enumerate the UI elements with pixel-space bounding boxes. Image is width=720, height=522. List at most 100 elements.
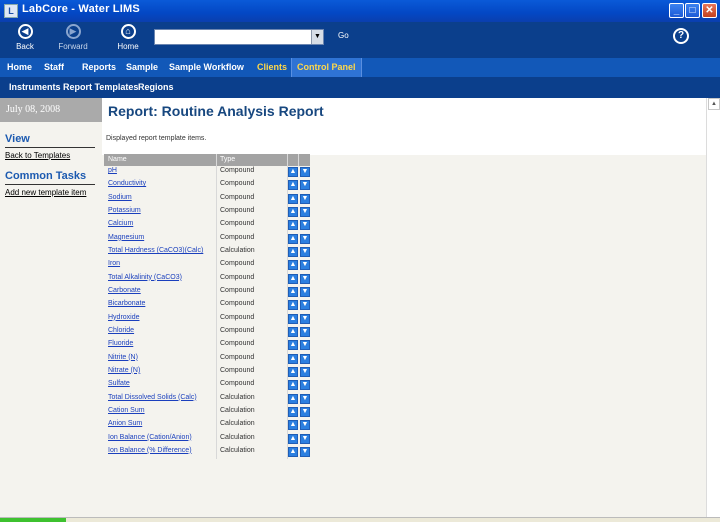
move-up-icon[interactable]: ▲ [288,206,298,217]
scroll-up-icon[interactable]: ▲ [708,98,720,110]
move-down-icon[interactable]: ▼ [300,246,310,257]
nav-sample[interactable]: Sample [123,58,161,77]
column-divider [216,445,217,460]
scrollbar[interactable]: ▲ [706,98,720,522]
move-up-icon[interactable]: ▲ [288,340,298,351]
forward-icon: ▶ [65,24,81,39]
nav-sample-workflow[interactable]: Sample Workflow [166,58,247,77]
move-up-icon[interactable]: ▲ [288,193,298,204]
move-up-icon[interactable]: ▲ [288,446,298,457]
back-button[interactable]: ◀ Back [0,24,50,56]
close-button[interactable]: ✕ [702,3,717,18]
forward-label: Forward [58,42,88,51]
table-row: Hydroxide Compound ▲ ▼ [104,312,310,326]
move-up-icon[interactable]: ▲ [288,420,298,431]
template-item-link[interactable]: Total Dissolved Solids (Calc) [108,394,197,401]
move-down-icon[interactable]: ▼ [300,420,310,431]
move-down-icon[interactable]: ▼ [300,393,310,404]
move-up-icon[interactable]: ▲ [288,326,298,337]
back-to-templates-link[interactable]: Back to Templates [5,151,70,160]
nav-control-panel[interactable]: Control Panel [291,58,362,77]
chevron-down-icon[interactable]: ▼ [311,30,323,44]
move-down-icon[interactable]: ▼ [300,366,310,377]
template-item-link[interactable]: Hydroxide [108,314,140,321]
move-down-icon[interactable]: ▼ [300,180,310,191]
move-down-icon[interactable]: ▼ [300,206,310,217]
template-item-link[interactable]: pH [108,167,117,174]
move-up-icon[interactable]: ▲ [288,167,298,177]
template-item-link[interactable]: Sodium [108,194,132,201]
template-item-link[interactable]: Cation Sum [108,407,145,414]
help-icon[interactable]: ? [673,28,689,44]
go-button[interactable]: Go [338,31,349,40]
template-item-link[interactable]: Potassium [108,207,141,214]
maximize-button[interactable]: □ [685,3,700,18]
template-item-link[interactable]: Ion Balance (Cation/Anion) [108,434,192,441]
template-item-link[interactable]: Anion Sum [108,420,142,427]
move-up-icon[interactable]: ▲ [288,273,298,284]
template-item-link[interactable]: Magnesium [108,234,144,241]
move-down-icon[interactable]: ▼ [300,446,310,457]
nav-home[interactable]: Home [4,58,35,77]
template-item-link[interactable]: Ion Balance (% Difference) [108,447,192,454]
table-row: pH Compound ▲ ▼ [104,166,310,180]
move-up-icon[interactable]: ▲ [288,286,298,297]
template-item-link[interactable]: Fluoride [108,340,133,347]
move-up-icon[interactable]: ▲ [288,406,298,417]
move-down-icon[interactable]: ▼ [300,286,310,297]
move-down-icon[interactable]: ▼ [300,353,310,364]
template-item-link[interactable]: Sulfate [108,380,130,387]
move-up-icon[interactable]: ▲ [288,353,298,364]
move-down-icon[interactable]: ▼ [300,233,310,244]
subnav-report-templates[interactable]: Report Templates [63,77,138,98]
template-item-link[interactable]: Conductivity [108,180,146,187]
move-up-icon[interactable]: ▲ [288,313,298,324]
template-item-link[interactable]: Nitrite (N) [108,354,138,361]
subnav-instruments[interactable]: Instruments [9,77,61,98]
progress-indicator [0,518,66,522]
move-down-icon[interactable]: ▼ [300,406,310,417]
move-up-icon[interactable]: ▲ [288,380,298,391]
template-item-link[interactable]: Iron [108,260,120,267]
template-item-link[interactable]: Carbonate [108,287,141,294]
move-down-icon[interactable]: ▼ [300,193,310,204]
move-down-icon[interactable]: ▼ [300,313,310,324]
move-up-icon[interactable]: ▲ [288,220,298,231]
template-item-type: Compound [220,286,255,294]
nav-reports[interactable]: Reports [79,58,119,77]
add-template-item-link[interactable]: Add new template item [5,188,86,197]
move-down-icon[interactable]: ▼ [300,300,310,311]
move-up-icon[interactable]: ▲ [288,260,298,271]
move-down-icon[interactable]: ▼ [300,220,310,231]
move-down-icon[interactable]: ▼ [300,433,310,444]
template-item-link[interactable]: Total Hardness (CaCO3)(Calc) [108,247,203,254]
template-item-link[interactable]: Total Alkalinity (CaCO3) [108,274,182,281]
move-down-icon[interactable]: ▼ [300,340,310,351]
subnav-regions[interactable]: Regions [138,77,174,98]
template-item-link[interactable]: Chloride [108,327,134,334]
nav-clients[interactable]: Clients [254,58,290,77]
column-divider [216,219,217,233]
move-up-icon[interactable]: ▲ [288,300,298,311]
template-item-link[interactable]: Calcium [108,220,133,227]
move-down-icon[interactable]: ▼ [300,260,310,271]
move-up-icon[interactable]: ▲ [288,246,298,257]
move-down-icon[interactable]: ▼ [300,273,310,284]
move-up-icon[interactable]: ▲ [288,393,298,404]
template-item-type: Compound [220,206,255,214]
template-item-link[interactable]: Bicarbonate [108,300,145,307]
move-down-icon[interactable]: ▼ [300,380,310,391]
move-down-icon[interactable]: ▼ [300,167,310,177]
minimize-button[interactable]: _ [669,3,684,18]
nav-staff[interactable]: Staff [41,58,67,77]
forward-button[interactable]: ▶ Forward [48,24,98,56]
move-up-icon[interactable]: ▲ [288,366,298,377]
move-up-icon[interactable]: ▲ [288,233,298,244]
move-up-icon[interactable]: ▲ [288,433,298,444]
template-item-link[interactable]: Nitrate (N) [108,367,140,374]
window-title: LabCore - Water LIMS [22,3,140,15]
move-down-icon[interactable]: ▼ [300,326,310,337]
home-button[interactable]: ⌂ Home [103,24,153,56]
move-up-icon[interactable]: ▲ [288,180,298,191]
address-dropdown[interactable]: ▼ [154,29,324,45]
